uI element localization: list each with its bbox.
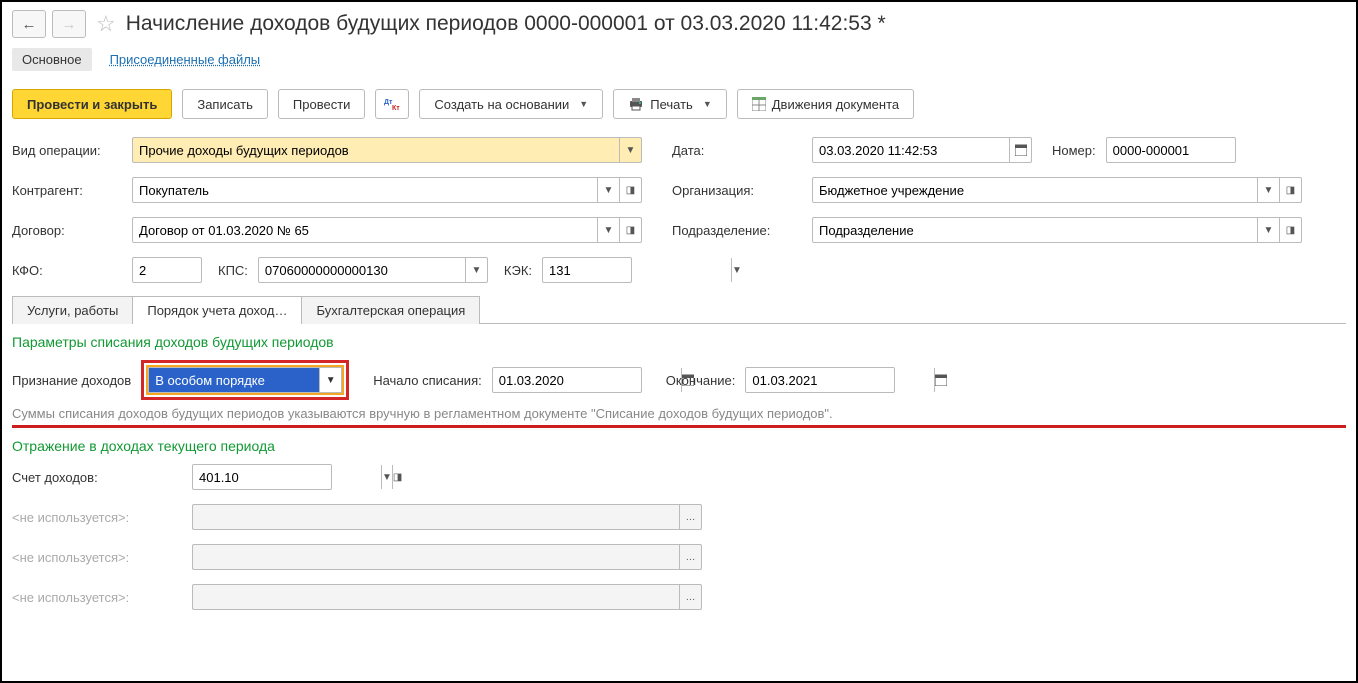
number-field[interactable]: [1106, 137, 1236, 163]
dtkt-button[interactable]: ДтКт: [375, 89, 409, 119]
unused-label-1: <не используется>:: [12, 510, 182, 525]
tab-accounting-op[interactable]: Бухгалтерская операция: [301, 296, 480, 324]
contractor-field[interactable]: ▼ ◨: [132, 177, 642, 203]
calendar-icon[interactable]: [934, 368, 947, 392]
recognition-field[interactable]: В особом порядке ▼: [148, 367, 342, 393]
chevron-down-icon: ▼: [703, 99, 712, 109]
nav-forward-button[interactable]: →: [52, 10, 86, 38]
create-based-on-button[interactable]: Создать на основании▼: [419, 89, 603, 119]
printer-icon: [628, 97, 644, 111]
start-date-input[interactable]: [493, 368, 681, 392]
tab-services[interactable]: Услуги, работы: [12, 296, 133, 324]
dropdown-icon[interactable]: ▼: [731, 258, 742, 282]
income-account-input[interactable]: [193, 465, 381, 489]
contract-label: Договор:: [12, 223, 122, 238]
dept-input[interactable]: [813, 218, 1257, 242]
dropdown-icon[interactable]: ▼: [1257, 178, 1279, 202]
ellipsis-icon[interactable]: …: [679, 585, 701, 609]
kek-input[interactable]: [543, 258, 731, 282]
contractor-input[interactable]: [133, 178, 597, 202]
contract-input[interactable]: [133, 218, 597, 242]
svg-text:Кт: Кт: [392, 105, 400, 111]
post-and-close-button[interactable]: Провести и закрыть: [12, 89, 172, 119]
dropdown-icon[interactable]: ▼: [319, 368, 341, 392]
current-period-section-title: Отражение в доходах текущего периода: [12, 438, 1346, 454]
print-button[interactable]: Печать▼: [613, 89, 727, 119]
kfo-label: КФО:: [12, 263, 122, 278]
nav-back-button[interactable]: ←: [12, 10, 46, 38]
end-date-input[interactable]: [746, 368, 934, 392]
chevron-down-icon: ▼: [579, 99, 588, 109]
ellipsis-icon[interactable]: …: [679, 505, 701, 529]
start-date-label: Начало списания:: [373, 373, 482, 388]
org-input[interactable]: [813, 178, 1257, 202]
favorite-star-icon[interactable]: ☆: [96, 11, 116, 37]
kps-label: КПС:: [218, 263, 248, 278]
number-input[interactable]: [1107, 138, 1295, 162]
op-type-field[interactable]: ▼: [132, 137, 642, 163]
subnav-files[interactable]: Присоединенные файлы: [110, 52, 261, 67]
org-label: Организация:: [672, 183, 802, 198]
post-button[interactable]: Провести: [278, 89, 366, 119]
org-field[interactable]: ▼ ◨: [812, 177, 1302, 203]
kps-field[interactable]: ▼: [258, 257, 488, 283]
kek-field[interactable]: ▼: [542, 257, 632, 283]
income-account-label: Счет доходов:: [12, 470, 182, 485]
dropdown-icon[interactable]: ▼: [597, 218, 619, 242]
dtkt-icon: ДтКт: [384, 97, 400, 111]
op-type-input[interactable]: [133, 138, 619, 162]
contract-field[interactable]: ▼ ◨: [132, 217, 642, 243]
number-label: Номер:: [1052, 143, 1096, 158]
recognition-highlight: В особом порядке ▼: [141, 360, 349, 400]
contractor-label: Контрагент:: [12, 183, 122, 198]
unused-label-2: <не используется>:: [12, 550, 182, 565]
end-date-label: Окончание:: [666, 373, 736, 388]
table-icon: [752, 97, 766, 111]
open-icon[interactable]: ◨: [1279, 178, 1301, 202]
date-label: Дата:: [672, 143, 802, 158]
open-icon[interactable]: ◨: [619, 218, 641, 242]
save-button[interactable]: Записать: [182, 89, 268, 119]
dept-label: Подразделение:: [672, 223, 802, 238]
document-movements-button[interactable]: Движения документа: [737, 89, 914, 119]
dropdown-icon[interactable]: ▼: [619, 138, 641, 162]
manual-writeoff-note: Суммы списания доходов будущих периодов …: [12, 406, 1346, 428]
date-field[interactable]: [812, 137, 1032, 163]
tab-income-order[interactable]: Порядок учета доход…: [132, 296, 302, 324]
recognition-label: Признание доходов: [12, 373, 131, 388]
open-icon[interactable]: ◨: [619, 178, 641, 202]
open-icon[interactable]: ◨: [392, 465, 402, 489]
income-account-field[interactable]: ▼ ◨: [192, 464, 332, 490]
unused-field-3: …: [192, 584, 702, 610]
unused-label-3: <не используется>:: [12, 590, 182, 605]
page-title: Начисление доходов будущих периодов 0000…: [126, 12, 886, 36]
unused-field-1: …: [192, 504, 702, 530]
subnav-main[interactable]: Основное: [12, 48, 92, 71]
open-icon[interactable]: ◨: [1279, 218, 1301, 242]
kps-input[interactable]: [259, 258, 465, 282]
params-section-title: Параметры списания доходов будущих перио…: [12, 334, 1346, 350]
start-date-field[interactable]: [492, 367, 642, 393]
dept-field[interactable]: ▼ ◨: [812, 217, 1302, 243]
op-type-label: Вид операции:: [12, 143, 122, 158]
unused-field-2: …: [192, 544, 702, 570]
date-input[interactable]: [813, 138, 1009, 162]
dropdown-icon[interactable]: ▼: [1257, 218, 1279, 242]
recognition-value: В особом порядке: [149, 368, 319, 392]
end-date-field[interactable]: [745, 367, 895, 393]
dropdown-icon[interactable]: ▼: [597, 178, 619, 202]
kek-label: КЭК:: [504, 263, 532, 278]
kfo-field[interactable]: ▼: [132, 257, 202, 283]
calendar-icon[interactable]: [1009, 138, 1031, 162]
ellipsis-icon[interactable]: …: [679, 545, 701, 569]
dropdown-icon[interactable]: ▼: [465, 258, 487, 282]
dropdown-icon[interactable]: ▼: [381, 465, 392, 489]
